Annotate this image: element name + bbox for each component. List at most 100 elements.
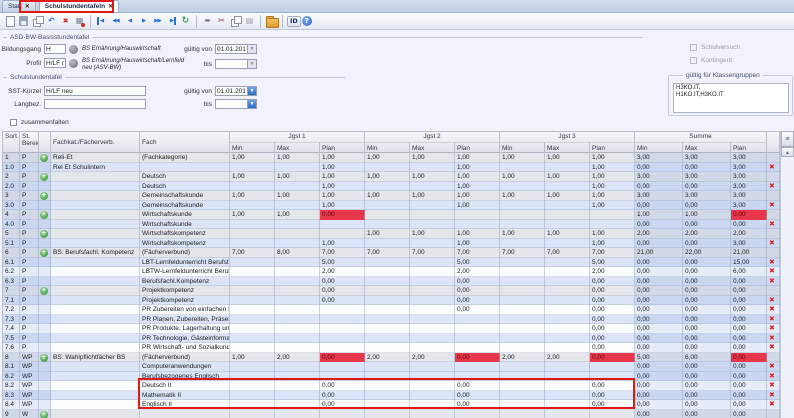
gueltig-von-field[interactable]: [215, 44, 248, 54]
cell-value[interactable]: [545, 372, 590, 382]
cell-value[interactable]: [410, 277, 455, 287]
cell-value[interactable]: [410, 286, 455, 296]
cell-value[interactable]: [230, 400, 275, 410]
cell-value[interactable]: [500, 163, 545, 173]
cell-value[interactable]: 0,00: [683, 258, 731, 268]
cell-value[interactable]: 0,00: [683, 305, 731, 315]
cell-value[interactable]: 0,00: [455, 353, 500, 363]
delete-row-icon[interactable]: ✖: [769, 343, 775, 351]
detach-icon[interactable]: ▬: [201, 14, 214, 28]
cell-value[interactable]: [500, 400, 545, 410]
cell-value[interactable]: 0,00: [590, 277, 635, 287]
cell-value[interactable]: 1,00: [590, 153, 635, 163]
folder-icon[interactable]: [265, 14, 278, 28]
cell-value[interactable]: 1,00: [275, 172, 320, 182]
cell-value[interactable]: [545, 362, 590, 372]
cell-value[interactable]: [500, 210, 545, 220]
cell-value[interactable]: 0,00: [320, 277, 365, 287]
cell-value[interactable]: [545, 210, 590, 220]
cell-value[interactable]: 0,00: [683, 220, 731, 230]
cell-value[interactable]: [410, 372, 455, 382]
cell-value[interactable]: 6,00: [683, 353, 731, 363]
cell-value[interactable]: 22,00: [683, 248, 731, 258]
sst-gueltig-von-field[interactable]: [215, 86, 248, 96]
paste-icon[interactable]: ▤: [243, 14, 256, 28]
cell-fachkat[interactable]: [51, 267, 140, 277]
tab-schulstundentafeln[interactable]: Schulstundentafeln ✕: [39, 0, 119, 12]
delete-row-icon[interactable]: ✖: [769, 315, 775, 323]
cell-value[interactable]: 0,00: [590, 315, 635, 325]
cell-value[interactable]: 0,00: [683, 400, 731, 410]
chevron-down-icon[interactable]: ▼: [248, 86, 257, 96]
cell-value[interactable]: [500, 372, 545, 382]
bis2-field[interactable]: [215, 99, 248, 109]
cell-value[interactable]: 0,00: [635, 258, 683, 268]
schulversuch-checkbox[interactable]: [690, 44, 697, 51]
cell-fachkat[interactable]: [51, 391, 140, 401]
cell-value[interactable]: 0,00: [455, 381, 500, 391]
cell-fachkat[interactable]: BS: Wahlpflichtfächer BS: [51, 353, 140, 363]
cell-value[interactable]: [230, 391, 275, 401]
cell-value[interactable]: [320, 410, 365, 418]
cell-value[interactable]: [545, 343, 590, 353]
delete-row-icon[interactable]: ✖: [769, 239, 775, 247]
cell-value[interactable]: 0,00: [635, 372, 683, 382]
cell-fachkat[interactable]: [51, 277, 140, 287]
cell-value[interactable]: [275, 229, 320, 239]
cell-value[interactable]: 2,00: [320, 267, 365, 277]
cell-value[interactable]: [365, 315, 410, 325]
cell-value[interactable]: 0,00: [590, 400, 635, 410]
cell-value[interactable]: [230, 163, 275, 173]
cell-value[interactable]: [410, 410, 455, 418]
cell-value[interactable]: 2,00: [683, 229, 731, 239]
cell-value[interactable]: 1,00: [500, 153, 545, 163]
cell-value[interactable]: 0,00: [731, 343, 767, 353]
cell-value[interactable]: 0,00: [590, 286, 635, 296]
cell-value[interactable]: 0,00: [731, 334, 767, 344]
cell-value[interactable]: 1,00: [320, 172, 365, 182]
cell-value[interactable]: 1,00: [590, 239, 635, 249]
cell-value[interactable]: 3,00: [731, 191, 767, 201]
cell-value[interactable]: [365, 239, 410, 249]
cell-value[interactable]: 7,00: [545, 248, 590, 258]
cell-fach[interactable]: Projektkompetenz: [140, 286, 230, 296]
cell-value[interactable]: 1,00: [635, 210, 683, 220]
cell-fachkat[interactable]: [51, 286, 140, 296]
delete-row-icon[interactable]: ✖: [769, 163, 775, 171]
refresh-icon[interactable]: ↻: [179, 14, 192, 28]
cell-fach[interactable]: Wirtschaftskompetenz: [140, 239, 230, 249]
cell-value[interactable]: [275, 362, 320, 372]
cell-value[interactable]: [545, 391, 590, 401]
cell-fach[interactable]: Berufsbezogenes Englisch: [140, 372, 230, 382]
cell-value[interactable]: 21,00: [731, 248, 767, 258]
add-row-icon[interactable]: +: [40, 192, 48, 200]
cell-value[interactable]: 0,00: [683, 267, 731, 277]
cell-value[interactable]: [230, 220, 275, 230]
cell-value[interactable]: [545, 324, 590, 334]
cell-value[interactable]: [410, 267, 455, 277]
chevron-down-icon[interactable]: ▼: [248, 44, 257, 54]
cell-value[interactable]: [545, 400, 590, 410]
cell-value[interactable]: [545, 182, 590, 192]
cell-fachkat[interactable]: [51, 305, 140, 315]
cell-value[interactable]: [545, 201, 590, 211]
cell-value[interactable]: 0,00: [683, 334, 731, 344]
cell-fach[interactable]: Gemeinschaftskunde: [140, 191, 230, 201]
cell-value[interactable]: 0,00: [683, 201, 731, 211]
cut-icon[interactable]: ✂: [215, 14, 228, 28]
cell-value[interactable]: [500, 201, 545, 211]
cell-value[interactable]: [455, 362, 500, 372]
cell-value[interactable]: 0,00: [731, 372, 767, 382]
cell-value[interactable]: 1,00: [275, 191, 320, 201]
cell-value[interactable]: 0,00: [320, 353, 365, 363]
cell-value[interactable]: 0,00: [635, 315, 683, 325]
cell-fach[interactable]: PR Planen, Zubereiten, Präsentier...: [140, 315, 230, 325]
cell-value[interactable]: [410, 220, 455, 230]
delete-row-icon[interactable]: ✖: [769, 362, 775, 370]
cell-value[interactable]: [275, 305, 320, 315]
cell-value[interactable]: 5,00: [455, 258, 500, 268]
langbez-field[interactable]: [44, 99, 146, 109]
cell-fach[interactable]: (Fächerverbund): [140, 353, 230, 363]
klassengruppen-list[interactable]: H3KO.IT, H1KO.IT,H3KO.IT: [673, 83, 789, 113]
add-row-icon[interactable]: +: [40, 230, 48, 238]
